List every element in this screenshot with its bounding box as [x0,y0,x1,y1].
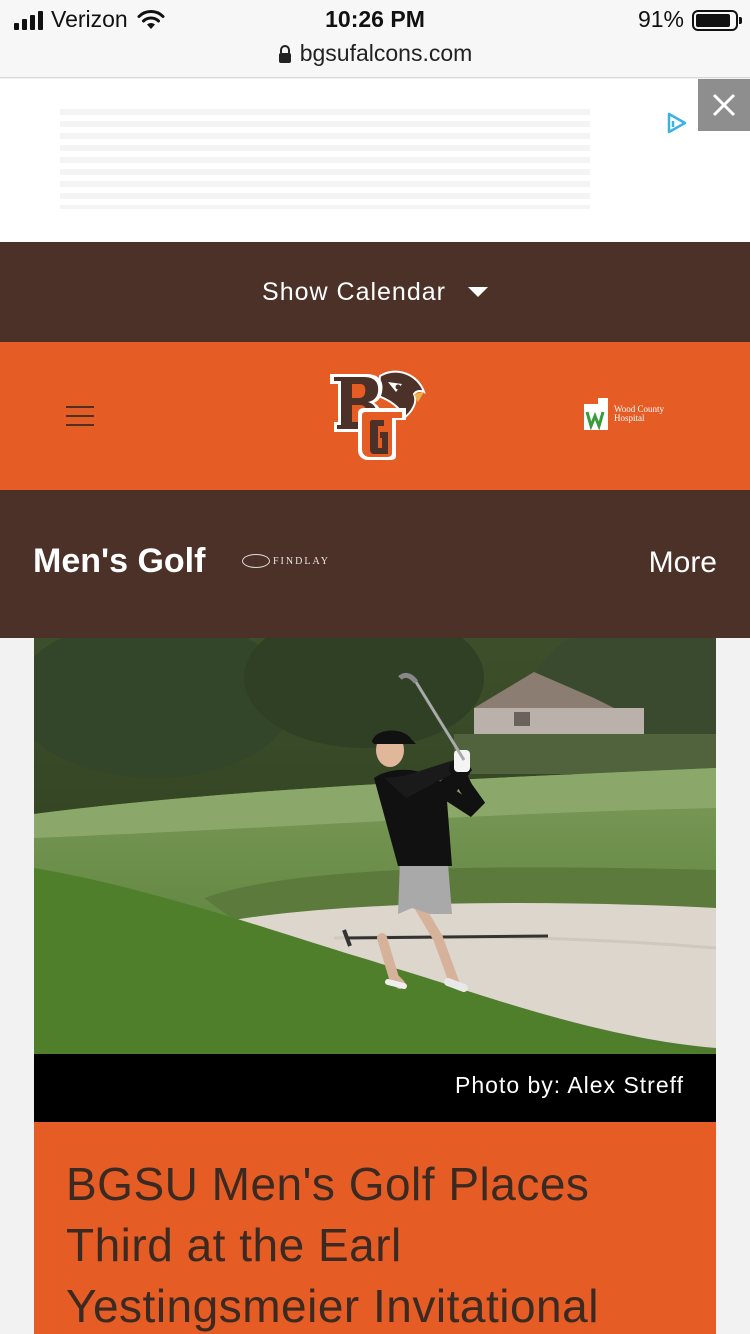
close-ad-button[interactable] [698,79,750,131]
close-icon [712,93,736,117]
findlay-sponsor[interactable]: FINDLAY [242,554,330,568]
findlay-sponsor-text: FINDLAY [273,555,330,567]
show-calendar-label: Show Calendar [262,277,446,306]
caret-down-icon [467,287,488,297]
address-bar[interactable]: bgsufalcons.com [0,40,750,67]
findlay-logo-icon [242,554,270,568]
site-header: Wood County Hospital [0,342,750,490]
show-calendar-button[interactable]: Show Calendar [0,242,750,342]
lock-icon [278,45,291,63]
bg-falcon-logo[interactable] [326,368,426,462]
sponsor-name-line2: Hospital [614,413,645,423]
article-headline-card[interactable]: BGSU Men's Golf Places Third at the Earl… [34,1122,716,1334]
golfer-photo-illustration [34,638,716,1054]
more-menu-button[interactable]: More [649,546,717,580]
battery-icon [692,10,742,31]
battery-percent: 91% [637,6,684,32]
ios-status-bar: Verizon 10:26 PM 91% bgsufalcons.com [0,0,750,78]
article-headline[interactable]: BGSU Men's Golf Places Third at the Earl… [66,1154,696,1334]
photo-credit: Photo by: Alex Streff [34,1054,716,1122]
adchoices-icon[interactable] [664,111,688,135]
sport-section-bar: Men's Golf FINDLAY More [0,490,750,638]
wood-county-hospital-logo [584,398,608,430]
article-photo[interactable] [34,638,716,1054]
sport-title[interactable]: Men's Golf [33,542,205,581]
wood-county-hospital-sponsor[interactable]: Wood County Hospital [584,398,664,430]
url-text: bgsufalcons.com [299,40,473,66]
hamburger-icon[interactable] [66,406,94,426]
ad-banner[interactable] [0,79,750,242]
ad-content[interactable] [60,109,590,209]
